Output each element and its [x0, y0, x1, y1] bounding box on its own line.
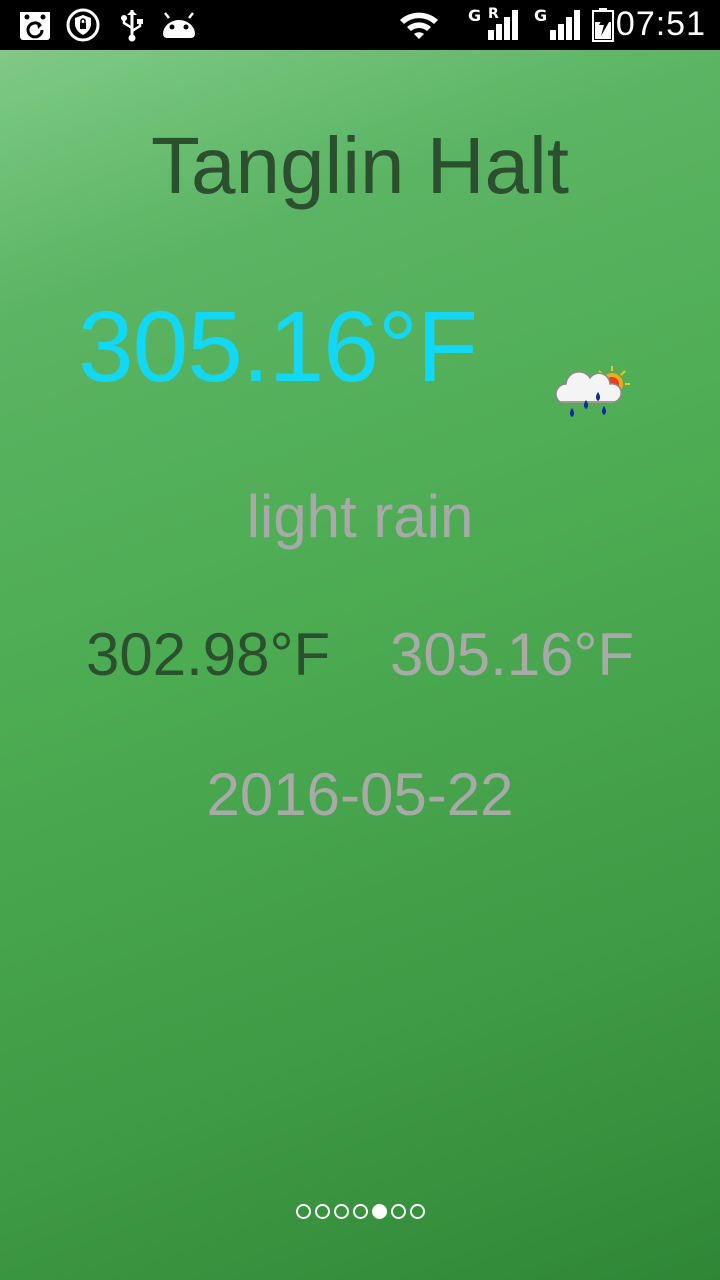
light-rain-sun-icon [555, 366, 630, 417]
page-dot[interactable] [295, 1204, 311, 1219]
shield-lock-icon [66, 8, 100, 42]
wifi-icon [400, 12, 438, 39]
max-temperature: 305.16°F [390, 621, 635, 688]
battery-charging-icon [592, 8, 614, 42]
status-bar: G R G 07:51 [0, 0, 720, 50]
page-dot-active[interactable] [371, 1204, 387, 1219]
calendar-sync-icon [20, 12, 50, 40]
signal-g-icon: G [534, 6, 584, 42]
current-temperature: 305.16°F [78, 291, 478, 403]
signal-g-label: G [468, 6, 482, 25]
weather-page[interactable]: Tanglin Halt 305.16°F light rain 302.98°… [0, 50, 720, 1280]
page-dot[interactable] [352, 1204, 368, 1219]
page-dot[interactable] [314, 1204, 330, 1219]
android-icon [163, 12, 195, 38]
forecast-date: 2016-05-22 [206, 761, 514, 828]
usb-icon [121, 10, 143, 42]
min-temperature: 302.98°F [86, 621, 331, 688]
weather-description: light rain [246, 483, 474, 550]
status-time: 07:51 [615, 5, 706, 43]
page-dot[interactable] [333, 1204, 349, 1219]
page-dot[interactable] [390, 1204, 406, 1219]
city-name: Tanglin Halt [150, 121, 569, 210]
signal-g-roaming-icon: G R [466, 6, 522, 42]
signal-g-label-2: G [534, 6, 548, 25]
page-dot[interactable] [409, 1204, 425, 1219]
page-indicator[interactable] [0, 1204, 720, 1219]
